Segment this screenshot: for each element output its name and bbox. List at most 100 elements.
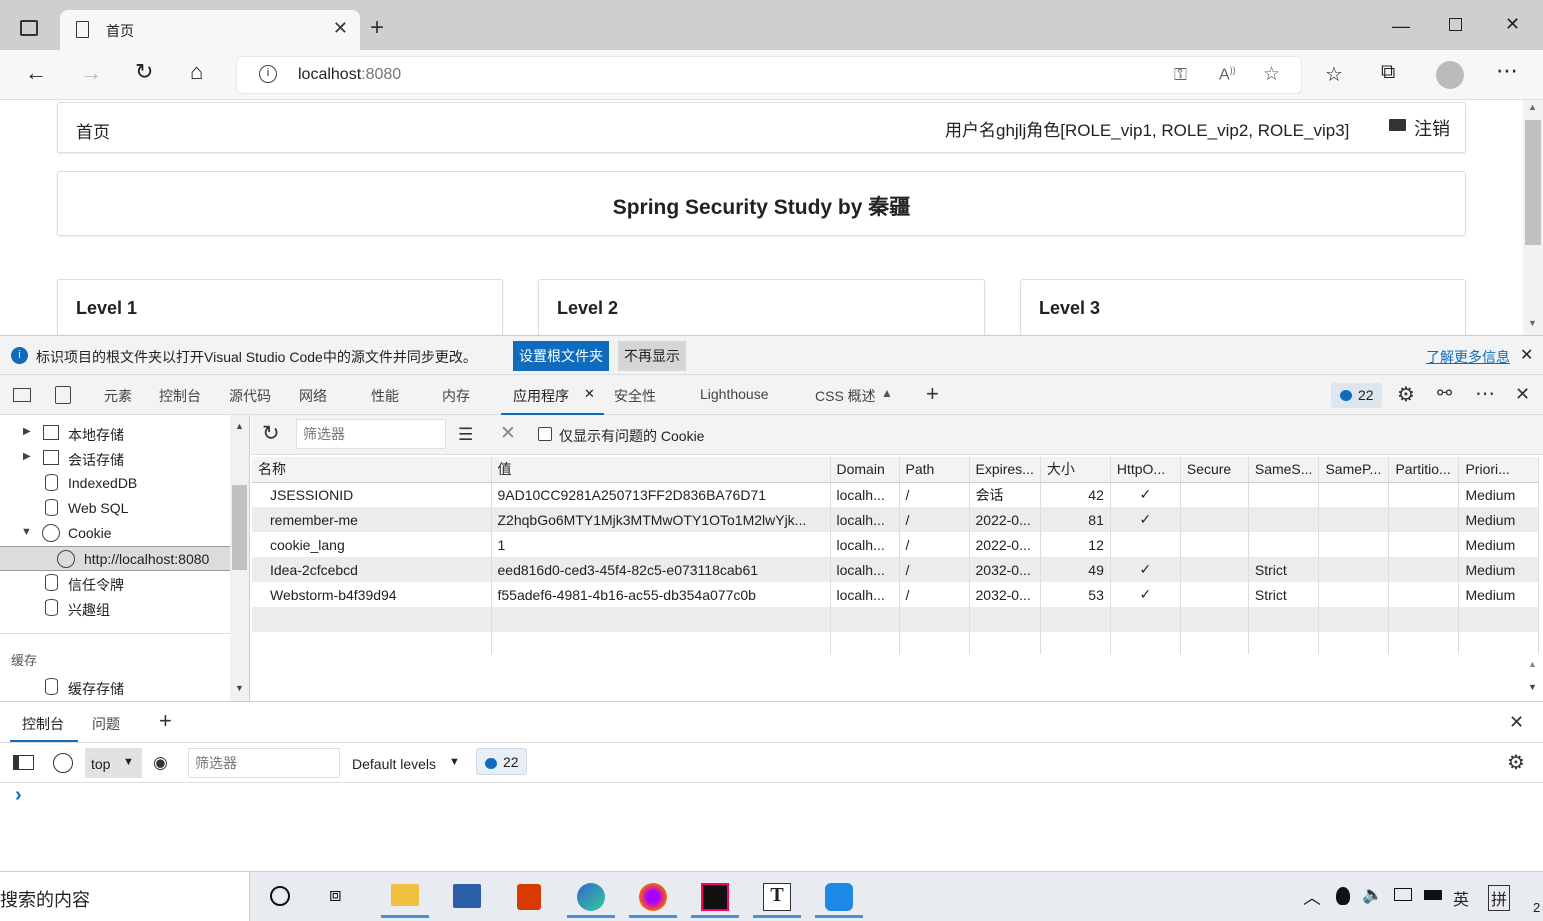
issues-badge[interactable]: 22	[1331, 383, 1382, 408]
close-tab-icon[interactable]: ✕	[333, 18, 348, 39]
qq-icon[interactable]	[1336, 887, 1350, 905]
battery-icon[interactable]	[1424, 890, 1442, 900]
learn-more-link[interactable]: 了解更多信息	[1426, 347, 1510, 367]
tab-sources[interactable]: 源代码	[229, 386, 271, 406]
info-icon[interactable]: i	[259, 65, 277, 83]
sidebar-item-indexeddb[interactable]: IndexedDB	[68, 475, 137, 491]
drawer-tab-console[interactable]: 控制台	[10, 702, 78, 742]
scroll-thumb[interactable]	[232, 485, 247, 570]
device-emulation-icon[interactable]	[55, 386, 71, 404]
tab-memory[interactable]: 内存	[442, 386, 470, 406]
tab-security[interactable]: 安全性	[614, 386, 656, 406]
intellij-icon[interactable]	[691, 880, 739, 918]
edge-icon[interactable]	[567, 880, 615, 918]
taskbar-search-box[interactable]: 搜索的内容	[0, 872, 250, 921]
issues-badge[interactable]: 22	[476, 748, 527, 775]
scroll-thumb[interactable]	[1525, 120, 1541, 245]
column-header[interactable]: Secure	[1180, 457, 1249, 483]
column-header[interactable]: 值	[491, 457, 831, 483]
browser-tab[interactable]: 首页 ✕	[60, 10, 360, 50]
minimize-button[interactable]: —	[1392, 16, 1410, 37]
address-bar[interactable]: i localhost:8080 ⚿ A)) ☆	[236, 56, 1302, 94]
column-header[interactable]: HttpO...	[1110, 457, 1181, 483]
eye-icon[interactable]: ◉	[153, 753, 168, 773]
expand-arrow-icon[interactable]: ▶	[23, 451, 31, 462]
tab-network[interactable]: 网络	[299, 386, 327, 406]
expand-arrow-icon[interactable]: ▶	[23, 426, 31, 437]
table-scrollbar[interactable]: ▲ ▼	[1523, 655, 1543, 701]
task-view-icon[interactable]: ⧈	[329, 884, 342, 907]
sidebar-toggle-icon[interactable]	[13, 755, 34, 770]
log-levels-dropdown[interactable]: Default levels	[352, 756, 436, 772]
settings-icon[interactable]: ⚙	[1507, 750, 1525, 775]
store-icon[interactable]	[443, 880, 491, 918]
column-header[interactable]: Partitio...	[1388, 457, 1460, 483]
sidebar-item-session-storage[interactable]: 会话存储	[68, 450, 124, 470]
clear-all-icon[interactable]: ☰	[458, 425, 473, 445]
read-aloud-icon[interactable]: A))	[1219, 65, 1236, 84]
tab-css-overview[interactable]: CSS 概述	[815, 386, 876, 406]
close-window-button[interactable]: ✕	[1505, 14, 1520, 35]
console-filter-input[interactable]	[188, 748, 340, 778]
phone-link-icon[interactable]	[815, 880, 863, 918]
new-tab-button[interactable]: +	[370, 14, 384, 42]
column-header[interactable]: Domain	[830, 457, 900, 483]
sidebar-item-local-storage[interactable]: 本地存储	[68, 425, 124, 445]
more-menu-icon[interactable]: ⋯	[1496, 58, 1518, 84]
table-row[interactable]: Idea-2cfcebcd eed816d0-ced3-45f4-82c5-e07…	[252, 557, 1540, 582]
sidebar-scrollbar[interactable]: ▲ ▼	[230, 415, 249, 701]
tab-performance[interactable]: 性能	[371, 386, 399, 406]
table-row[interactable]: Webstorm-b4f39d94 f55adef6-4981-4b16-ac55…	[252, 582, 1540, 607]
connect-icon[interactable]: ⚯	[1437, 383, 1452, 404]
sidebar-item-cookie-origin[interactable]: http://localhost:8080	[0, 546, 230, 571]
sidebar-item-trust-tokens[interactable]: 信任令牌	[68, 575, 124, 595]
more-tabs-icon[interactable]: +	[926, 381, 939, 407]
column-header[interactable]: Path	[899, 457, 970, 483]
dont-show-again-button[interactable]: 不再显示	[618, 341, 686, 371]
profile-avatar[interactable]	[1436, 61, 1464, 89]
tab-elements[interactable]: 元素	[104, 386, 132, 406]
ime-indicator[interactable]: 英	[1453, 886, 1469, 910]
close-infobar-icon[interactable]: ✕	[1520, 345, 1533, 365]
tab-application[interactable]: 应用程序 ✕	[501, 375, 604, 415]
tab-console[interactable]: 控制台	[159, 386, 201, 406]
tab-lighthouse[interactable]: Lighthouse	[700, 386, 769, 402]
tab-actions-icon[interactable]	[20, 20, 38, 36]
column-header[interactable]: 大小	[1040, 457, 1111, 483]
cookie-filter-input[interactable]	[296, 419, 446, 449]
sidebar-item-cache-storage[interactable]: 缓存存储	[68, 679, 124, 699]
only-issues-checkbox[interactable]	[538, 427, 552, 441]
drawer-tab-issues[interactable]: 问题	[92, 714, 120, 734]
collapse-arrow-icon[interactable]: ▼	[21, 526, 32, 538]
column-header[interactable]: SameP...	[1318, 457, 1390, 483]
network-icon[interactable]	[1394, 888, 1412, 901]
settings-icon[interactable]: ⚙	[1397, 382, 1415, 407]
key-icon[interactable]: ⚿	[1174, 65, 1187, 85]
refresh-icon[interactable]: ↻	[135, 59, 153, 85]
office-icon[interactable]	[505, 880, 553, 918]
table-row[interactable]: JSESSIONID 9AD10CC9281A250713FF2D836BA76D…	[252, 482, 1540, 507]
home-link[interactable]: 首页	[76, 118, 110, 143]
maximize-button[interactable]	[1449, 18, 1462, 31]
page-scrollbar[interactable]: ▲ ▼	[1523, 100, 1543, 335]
add-drawer-tab-icon[interactable]: +	[159, 708, 172, 734]
more-options-icon[interactable]: ⋯	[1475, 381, 1495, 406]
typora-icon[interactable]: T	[753, 880, 801, 918]
column-header[interactable]: Expires...	[969, 457, 1041, 483]
back-icon[interactable]: ←	[25, 60, 47, 86]
set-root-folder-button[interactable]: 设置根文件夹	[513, 341, 609, 371]
context-selector[interactable]: top ▼	[85, 748, 142, 778]
table-row[interactable]: cookie_lang 1 localh.../2022-0... 12 Medium	[252, 532, 1540, 557]
sidebar-item-cookie[interactable]: Cookie	[68, 525, 112, 541]
column-header[interactable]: 名称	[252, 457, 492, 483]
column-header[interactable]: SameS...	[1248, 457, 1320, 483]
close-tab-icon[interactable]: ✕	[584, 386, 595, 402]
sidebar-item-interest-groups[interactable]: 兴趣组	[68, 600, 110, 620]
favorites-icon[interactable]: ☆	[1325, 62, 1343, 87]
collections-icon[interactable]: ⧉	[1381, 61, 1395, 84]
chevron-up-icon[interactable]: ︿	[1303, 884, 1321, 910]
file-explorer-icon[interactable]	[381, 880, 429, 918]
console-prompt[interactable]: ›	[15, 784, 22, 807]
close-drawer-icon[interactable]: ✕	[1509, 712, 1524, 733]
logout-link[interactable]: 注销	[1414, 115, 1450, 141]
